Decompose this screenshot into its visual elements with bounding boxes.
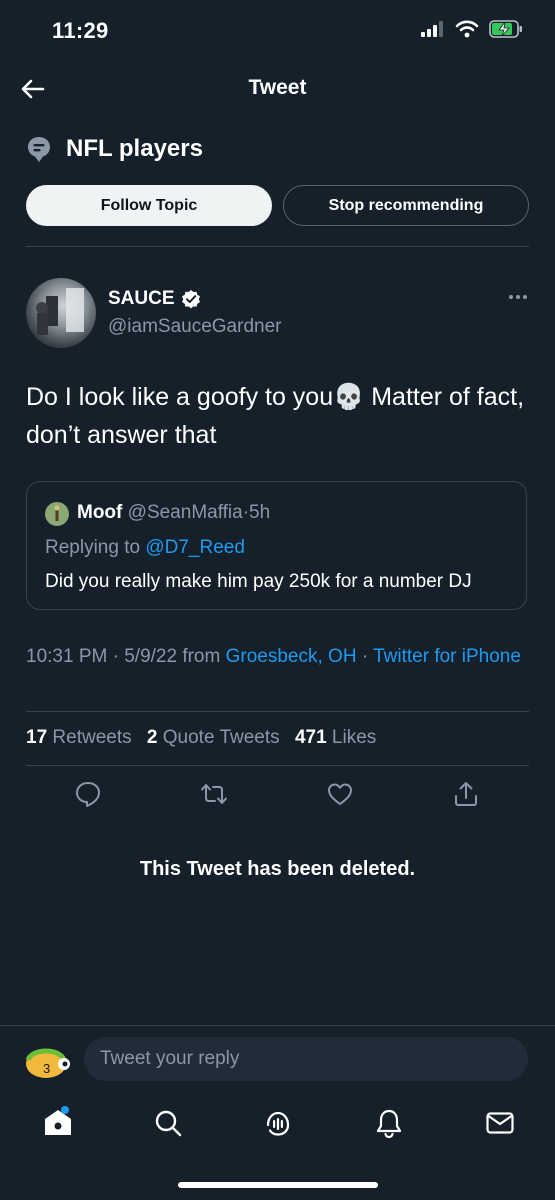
divider bbox=[26, 765, 529, 766]
heart-icon[interactable] bbox=[326, 780, 354, 808]
tweet-meta: 10:31 PM · 5/9/22 from Groesbeck, OH · T… bbox=[26, 643, 526, 670]
stop-recommending-button[interactable]: Stop recommending bbox=[283, 185, 529, 226]
svg-text:3: 3 bbox=[43, 1061, 50, 1076]
tweet-client-link[interactable]: Twitter for iPhone bbox=[373, 646, 521, 667]
avatar-figure-icon bbox=[54, 505, 60, 521]
share-icon[interactable] bbox=[452, 780, 480, 808]
author-handle[interactable]: @iamSauceGardner bbox=[108, 316, 281, 338]
author-name[interactable]: SAUCE bbox=[108, 288, 201, 310]
divider bbox=[26, 246, 529, 247]
quoted-header: Moof @SeanMaffia·5h bbox=[77, 502, 270, 524]
tweet-date: 5/9/22 bbox=[124, 646, 178, 667]
deleted-tweet-notice: This Tweet has been deleted. bbox=[139, 858, 416, 880]
quoted-age: 5h bbox=[249, 502, 271, 523]
quoted-tweet-card[interactable]: Moof @SeanMaffia·5h Replying to @D7_Reed… bbox=[26, 481, 527, 610]
page-title: Tweet bbox=[248, 76, 307, 99]
author-display-name: SAUCE bbox=[108, 288, 175, 309]
likes-label: Likes bbox=[331, 727, 377, 748]
meta-from: from bbox=[177, 646, 226, 667]
retweet-icon[interactable] bbox=[200, 780, 228, 808]
quoted-replying-to: Replying to @D7_Reed bbox=[45, 537, 245, 559]
reply-input[interactable] bbox=[84, 1037, 528, 1081]
status-icons bbox=[421, 20, 523, 38]
likes-count: 471 bbox=[294, 727, 327, 748]
quote-tweets-count: 2 bbox=[146, 727, 158, 748]
topic-name: NFL players bbox=[66, 135, 203, 162]
tweet-location-link[interactable]: Groesbeck, OH bbox=[226, 646, 357, 667]
quoted-author-name: Moof bbox=[77, 502, 123, 523]
cellular-signal-icon bbox=[421, 21, 443, 37]
replying-prefix: Replying to bbox=[45, 537, 146, 558]
comment-icon[interactable] bbox=[74, 780, 102, 808]
more-dots-icon[interactable] bbox=[507, 290, 529, 304]
skull-emoji: 💀 bbox=[333, 383, 365, 411]
quoted-author-avatar bbox=[45, 502, 69, 526]
search-icon[interactable] bbox=[152, 1107, 184, 1139]
divider bbox=[26, 711, 529, 712]
bell-icon[interactable] bbox=[373, 1107, 405, 1139]
tweet-text-part1: Do I look like a goofy to you bbox=[26, 383, 334, 411]
quote-tweets-stat[interactable]: 2 Quote Tweets bbox=[147, 727, 280, 748]
quoted-tweet-text: Did you really make him pay 250k for a n… bbox=[45, 571, 472, 592]
mail-icon[interactable] bbox=[484, 1107, 516, 1139]
retweets-label: Retweets bbox=[52, 727, 132, 748]
meta-sep-1: · bbox=[107, 646, 125, 667]
retweets-count: 17 bbox=[26, 727, 48, 748]
retweets-stat[interactable]: 17 Retweets bbox=[26, 727, 132, 748]
tweet-stats: 17 Retweets 2 Quote Tweets 471 Likes bbox=[26, 727, 386, 749]
verified-badge-icon bbox=[181, 290, 200, 309]
likes-stat[interactable]: 471 Likes bbox=[295, 727, 376, 748]
topic-icon bbox=[28, 137, 50, 162]
meta-sep-2: · bbox=[356, 646, 374, 667]
replying-to-link[interactable]: @D7_Reed bbox=[145, 537, 245, 558]
wifi-icon bbox=[455, 20, 479, 38]
spaces-icon[interactable] bbox=[262, 1107, 294, 1139]
reply-divider bbox=[0, 1025, 555, 1026]
quote-tweets-label: Quote Tweets bbox=[162, 727, 280, 748]
tab-home[interactable] bbox=[41, 1104, 77, 1140]
follow-topic-button[interactable]: Follow Topic bbox=[26, 185, 272, 226]
tweet-time: 10:31 PM bbox=[26, 646, 108, 667]
author-avatar[interactable] bbox=[26, 278, 96, 348]
battery-charging-icon bbox=[489, 20, 522, 38]
home-icon bbox=[45, 1106, 71, 1135]
avatar-photo-icon bbox=[36, 288, 84, 335]
user-avatar-icon[interactable]: 3 bbox=[22, 1040, 74, 1082]
tweet-text: Do I look like a goofy to you💀 Matter of… bbox=[26, 378, 526, 454]
home-indicator bbox=[178, 1182, 378, 1188]
quoted-author-handle: @SeanMaffia bbox=[127, 502, 243, 523]
status-time: 11:29 bbox=[52, 18, 109, 43]
